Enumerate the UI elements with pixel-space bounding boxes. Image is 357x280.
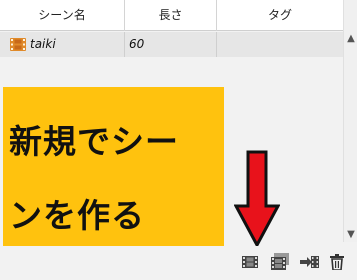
new-scene-icon[interactable] — [240, 252, 260, 272]
bottom-toolbar — [0, 246, 357, 280]
column-header-tag[interactable]: タグ — [217, 0, 343, 31]
cell-length: 60 — [125, 32, 217, 57]
scroll-down-icon[interactable]: ▼ — [344, 228, 357, 242]
instruction-annotation: 新規でシー ンを作る — [3, 87, 224, 250]
column-header-scene-name[interactable]: シーン名 — [0, 0, 125, 31]
annotation-line-2: ンを作る — [9, 196, 145, 235]
table-header: シーン名 長さ タグ — [0, 0, 343, 31]
trash-icon[interactable] — [327, 252, 347, 272]
red-arrow-icon — [234, 150, 280, 248]
cell-scene-name: taiki — [0, 32, 125, 57]
vertical-scrollbar[interactable]: ▲ ▼ — [343, 0, 357, 242]
scene-list-panel: シーン名 長さ タグ taiki 60 ▲ ▼ 新規でシー ンを作る — [0, 0, 357, 280]
column-header-length[interactable]: 長さ — [125, 0, 217, 31]
cell-tag — [217, 32, 343, 57]
table-row[interactable]: taiki 60 — [0, 32, 343, 57]
annotation-line-1: 新規でシー — [9, 122, 179, 161]
scroll-up-icon[interactable]: ▲ — [344, 32, 357, 46]
duplicate-scene-icon[interactable] — [270, 252, 290, 272]
import-scene-icon[interactable] — [300, 252, 320, 272]
